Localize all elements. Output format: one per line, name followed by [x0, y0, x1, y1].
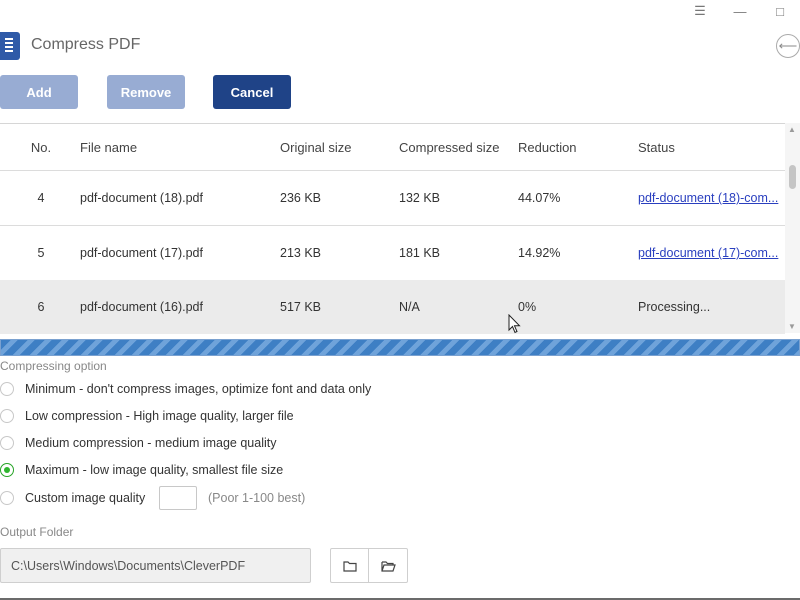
compressing-option-label: Compressing option — [0, 359, 107, 373]
row-file-name: pdf-document (16).pdf — [80, 300, 203, 314]
option-medium[interactable]: Medium compression - medium image qualit… — [0, 434, 276, 452]
option-low[interactable]: Low compression - High image quality, la… — [0, 407, 294, 425]
table-row[interactable]: 4 pdf-document (18).pdf 236 KB 132 KB 44… — [0, 171, 785, 226]
option-custom-label: Custom image quality — [25, 491, 146, 505]
table-header: No. File name Original size Compressed s… — [0, 124, 785, 171]
row-compressed-size: 132 KB — [399, 191, 441, 205]
row-original-size: 236 KB — [280, 191, 322, 205]
app-logo-icon — [0, 32, 20, 60]
header-original-size[interactable]: Original size — [280, 124, 352, 170]
row-status-cell: pdf-document (18)-com... — [638, 171, 782, 225]
header-file-name[interactable]: File name — [80, 124, 137, 170]
row-no: 6 — [37, 300, 45, 314]
row-original-size: 517 KB — [280, 300, 322, 314]
row-compressed-size: N/A — [399, 300, 420, 314]
radio-minimum[interactable] — [0, 382, 14, 396]
row-original-size: 213 KB — [280, 246, 322, 260]
minimize-icon[interactable]: — — [720, 0, 760, 22]
window-controls: ☰ — □ — [680, 0, 800, 22]
row-no: 4 — [37, 191, 45, 205]
add-button[interactable]: Add — [0, 75, 78, 109]
row-compressed-size: 181 KB — [399, 246, 441, 260]
mouse-cursor-icon — [508, 314, 521, 334]
folder-icon — [342, 560, 357, 572]
header-compressed-size[interactable]: Compressed size — [399, 124, 499, 170]
row-reduction: 44.07% — [518, 191, 561, 205]
radio-medium[interactable] — [0, 436, 14, 450]
option-minimum-label: Minimum - don't compress images, optimiz… — [25, 382, 372, 396]
header-status[interactable]: Status — [638, 124, 782, 170]
scroll-down-icon[interactable]: ▼ — [788, 322, 796, 331]
header-no[interactable]: No. — [28, 124, 54, 170]
option-custom[interactable]: Custom image quality — [0, 489, 145, 507]
row-file-name: pdf-document (18).pdf — [80, 191, 203, 205]
row-reduction: 14.92% — [518, 246, 561, 260]
row-status-cell: pdf-document (17)-com... — [638, 226, 782, 280]
open-folder-button[interactable] — [369, 548, 408, 583]
radio-maximum[interactable] — [0, 463, 14, 477]
option-maximum[interactable]: Maximum - low image quality, smallest fi… — [0, 461, 283, 479]
row-no: 5 — [37, 246, 45, 260]
cancel-button[interactable]: Cancel — [213, 75, 291, 109]
scroll-up-icon[interactable]: ▲ — [788, 125, 796, 134]
output-folder-input[interactable]: C:\Users\Windows\Documents\CleverPDF — [0, 548, 311, 583]
back-arrow-icon[interactable]: ⟵ — [776, 34, 800, 58]
option-maximum-label: Maximum - low image quality, smallest fi… — [25, 463, 284, 477]
row-file-name: pdf-document (17).pdf — [80, 246, 203, 260]
output-file-link[interactable]: pdf-document (17)-com... — [638, 246, 778, 260]
table-row[interactable]: 5 pdf-document (17).pdf 213 KB 181 KB 14… — [0, 226, 785, 281]
output-folder-label: Output Folder — [0, 525, 74, 539]
scrollbar-thumb[interactable] — [789, 165, 796, 189]
radio-custom[interactable] — [0, 491, 14, 505]
maximize-icon[interactable]: □ — [760, 0, 800, 22]
custom-quality-input[interactable] — [159, 486, 197, 510]
menu-icon[interactable]: ☰ — [680, 0, 720, 22]
browse-folder-button[interactable] — [330, 548, 369, 583]
folder-open-icon — [380, 560, 396, 572]
option-medium-label: Medium compression - medium image qualit… — [25, 436, 277, 450]
remove-button[interactable]: Remove — [107, 75, 185, 109]
page-title: Compress PDF — [31, 36, 141, 53]
compression-progress-bar — [0, 339, 800, 356]
radio-low[interactable] — [0, 409, 14, 423]
option-low-label: Low compression - High image quality, la… — [25, 409, 294, 423]
file-table: No. File name Original size Compressed s… — [0, 123, 785, 334]
progress-fill — [1, 340, 799, 355]
table-row[interactable]: 6 pdf-document (16).pdf 517 KB N/A 0% Pr… — [0, 280, 785, 334]
row-status: Processing... — [638, 300, 711, 314]
table-scrollbar[interactable]: ▲ ▼ — [785, 123, 800, 333]
header-reduction[interactable]: Reduction — [518, 124, 577, 170]
output-file-link[interactable]: pdf-document (18)-com... — [638, 191, 778, 205]
custom-quality-hint: (Poor 1-100 best) — [208, 491, 306, 505]
option-minimum[interactable]: Minimum - don't compress images, optimiz… — [0, 380, 371, 398]
